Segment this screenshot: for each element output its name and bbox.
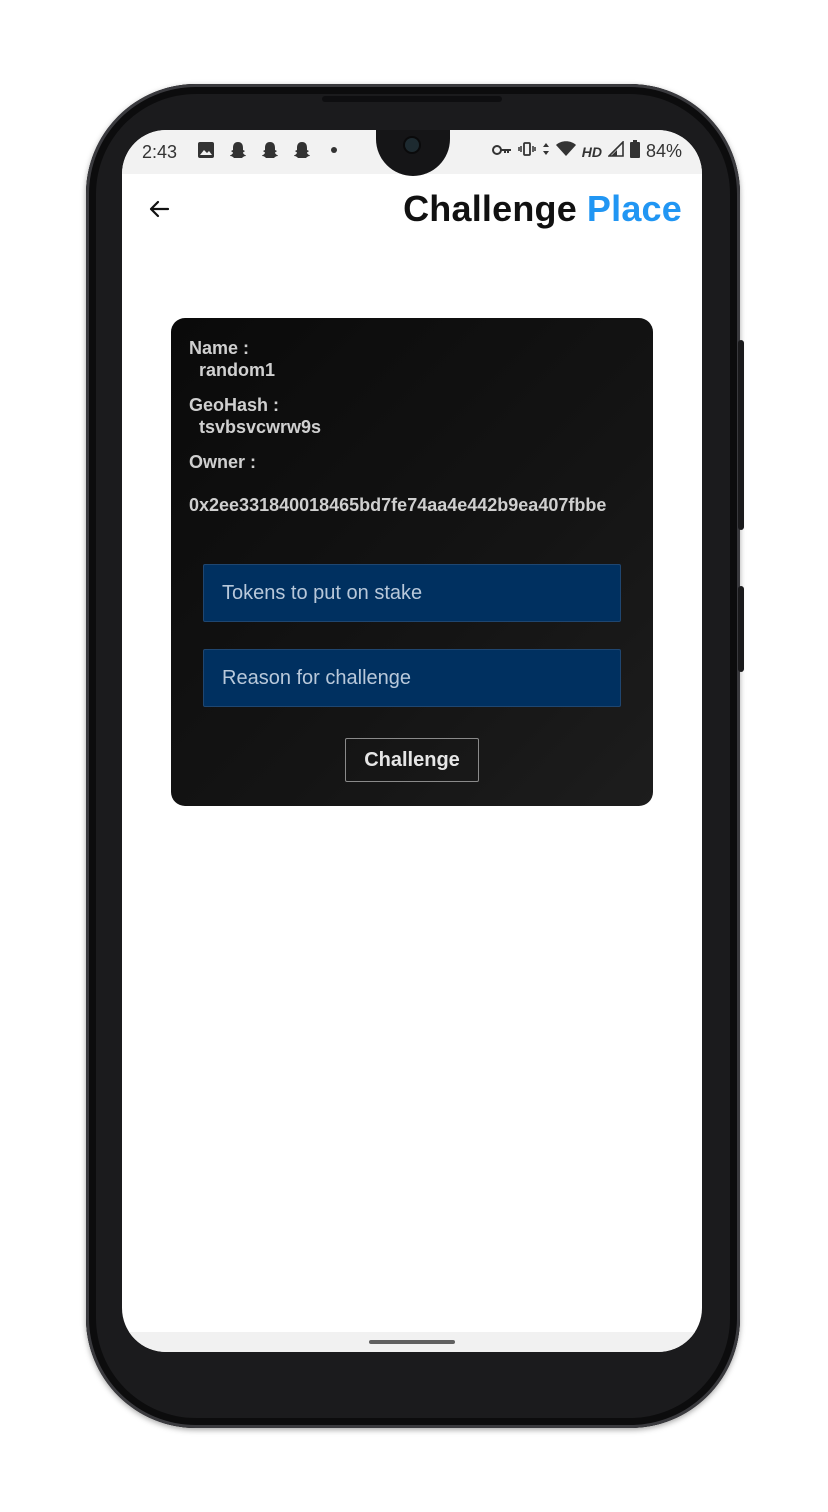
reason-placeholder: Reason for challenge [222,666,412,689]
wifi-icon [555,141,576,162]
image-icon [196,140,216,160]
status-icons-left [196,140,344,160]
title-place: Place [586,188,682,229]
screen: 2:43 HD 84% Challenge Place Name: rando… [122,130,702,1352]
owner-label: Owner : [189,452,257,472]
vpn-key-icon [491,143,512,161]
power-button [738,340,744,530]
navigation-bar [122,1332,702,1352]
tokens-placeholder: Tokens to put on stake [222,581,423,604]
battery-icon [629,140,640,163]
home-indicator[interactable] [369,1340,455,1344]
snapchat-icon [228,140,248,160]
status-time: 2:43 [142,142,178,162]
name-label: Name : [189,338,250,358]
owner-value: 0x2ee331840018465bd7fe74aa4e442b9ea407fb… [189,495,607,515]
challenge-card: Name : random1 GeoHash : tsvbsvcwrw9s Ow… [171,318,653,806]
reason-input[interactable]: Reason for challenge [203,649,621,707]
data-arrows-icon [542,142,550,161]
snapchat-icon [260,140,280,160]
arrow-left-icon [149,200,170,218]
vibrate-icon [517,142,536,161]
geohash-label: GeoHash : [189,395,280,415]
title-challenge: Challenge [403,188,577,229]
volume-button [738,586,744,672]
signal-icon [607,140,624,162]
snapchat-icon [292,140,312,160]
battery-percent: 84% [645,141,682,161]
back-button[interactable] [142,192,176,226]
front-camera [405,138,419,152]
tokens-input[interactable]: Tokens to put on stake [203,564,621,622]
app-bar: Challenge Place [122,174,702,244]
name-value: random1 [199,360,276,380]
geohash-value: tsvbsvcwrw9s [199,417,322,437]
page-title: Challenge Place [403,188,682,230]
status-icons-right: HD 84% [491,140,682,163]
challenge-button[interactable]: Challenge [345,738,479,782]
speaker-grille [322,96,502,102]
dot-icon [324,140,344,160]
network-type-label: HD [581,143,602,160]
